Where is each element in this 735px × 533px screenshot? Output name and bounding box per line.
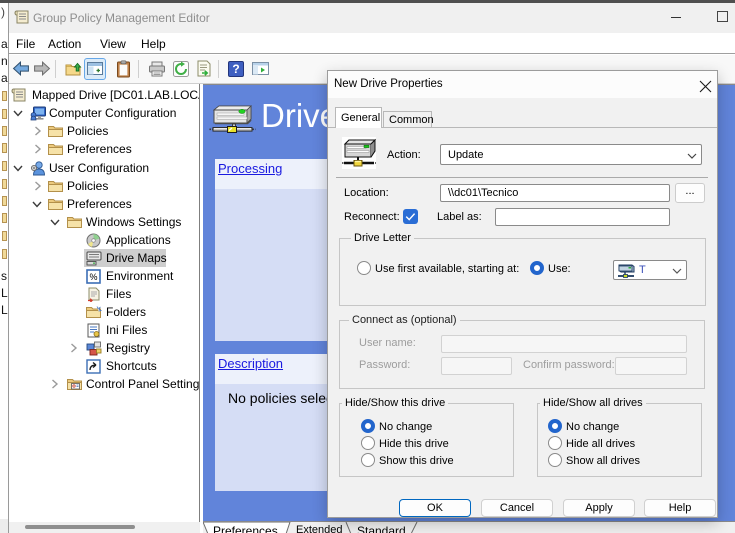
svg-text:%: % [89,272,97,282]
